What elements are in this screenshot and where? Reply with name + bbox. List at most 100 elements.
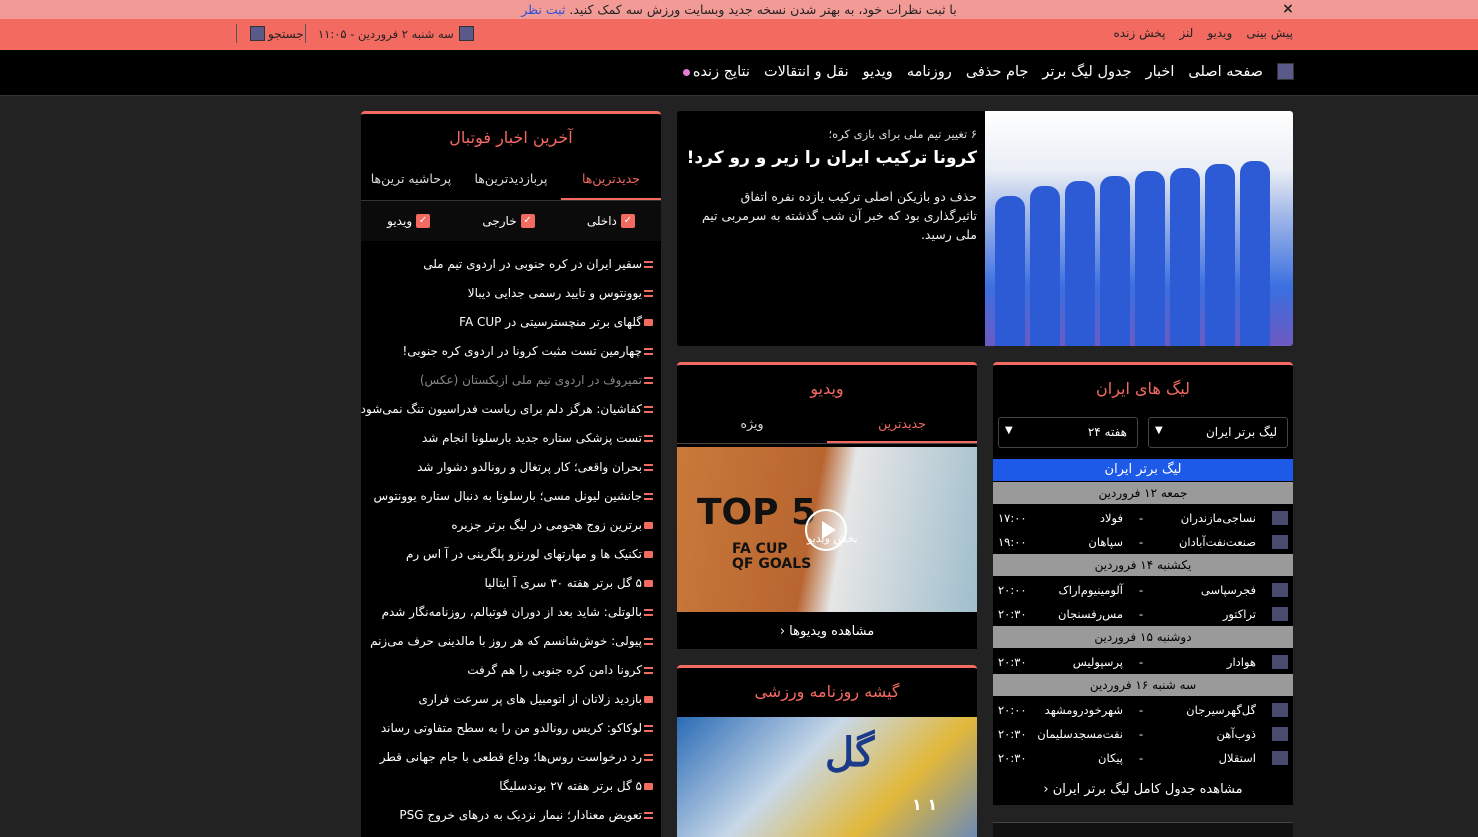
news-item[interactable]: جانشین لیونل مسی؛ بارسلونا به دنبال ستار… (361, 485, 653, 514)
match-dash: - (1139, 535, 1144, 549)
hero-story[interactable]: ۶ تغییر تیم ملی برای بازی کره؛ کرونا ترک… (677, 111, 1293, 346)
text-icon (644, 406, 653, 413)
newspaper-title: گیشه روزنامه ورزشی (754, 682, 900, 701)
nav-live-label: نتایج زنده (692, 63, 750, 80)
away-team: آلومینیوم‌اراک (1058, 583, 1123, 597)
news-item[interactable]: تمیروف در اردوی تیم ملی ازبکستان (عکس) (361, 369, 653, 398)
thumb-subtitle: FA CUP QF GOALS (732, 542, 811, 572)
match-row[interactable]: ذوب‌آهن - نفت‌مسجدسلیمان ۲۰:۳۰ (993, 722, 1293, 746)
video-icon (644, 522, 653, 529)
full-table-link[interactable]: مشاهده جدول کامل لیگ برتر ایران ‹ (993, 782, 1293, 797)
news-item[interactable]: تکنیک ها و مهارتهای لورنزو پلگرینی در آ … (361, 543, 653, 572)
filter-label: ویدیو (387, 213, 413, 228)
feedback-banner: با ثبت نظرات خود، به بهتر شدن نسخه جدید … (0, 0, 1478, 19)
nav-cup[interactable]: جام حذفی (966, 64, 1029, 80)
tab-video-special[interactable]: ویژه (677, 409, 827, 443)
match-row[interactable]: تراکتور - مس‌رفسنجان ۲۰:۳۰ (993, 602, 1293, 626)
newspaper-cover[interactable]: گل ۱ ۱ (677, 717, 977, 837)
news-item[interactable]: لوکاکو: کریس رونالدو من را به سطح متفاوت… (361, 717, 653, 746)
filter-foreign[interactable]: ✓خارجی (482, 214, 535, 229)
nav-home[interactable]: صفحه اصلی (1188, 64, 1263, 80)
team-logo-icon (1272, 703, 1288, 717)
home-team: تراکتور (1222, 607, 1256, 621)
chevron-left-icon: ‹ (779, 624, 786, 639)
news-item[interactable]: ۵ گل برتر هفته ۲۷ بوندسلیگا (361, 775, 653, 804)
news-item[interactable]: کفاشیان: هرگز دلم برای ریاست فدراسیون تن… (361, 398, 653, 427)
filter-video[interactable]: ✓ویدیو (387, 213, 431, 229)
top-link-lens[interactable]: لنز (1179, 26, 1193, 40)
news-filters: ✓داخلی ✓خارجی ✓ویدیو (361, 201, 661, 241)
match-row[interactable]: گل‌گهرسیرجان - شهرخودرومشهد ۲۰:۰۰ (993, 698, 1293, 722)
match-row[interactable]: صنعت‌نفت‌آبادان - سپاهان ۱۹:۰۰ (993, 530, 1293, 554)
nav-news[interactable]: اخبار (1146, 64, 1175, 80)
match-row[interactable]: استقلال - پیکان ۲۰:۳۰ (993, 746, 1293, 770)
news-item-title: ۵ گل برتر هفته ۲۷ بوندسلیگا (499, 779, 642, 793)
tab-most-viewed[interactable]: پربازدیدترین‌ها (461, 159, 561, 200)
thumb-sub2: QF GOALS (732, 556, 812, 572)
match-time: ۲۰:۳۰ (998, 655, 1027, 669)
match-dash: - (1139, 607, 1144, 621)
news-item[interactable]: بالوتلی: شاید بعد از دوران فوتبالم، روزن… (361, 601, 653, 630)
news-item[interactable]: رد درخواست روس‌ها؛ وداع قطعی با جام جهان… (361, 746, 653, 775)
top-link-video[interactable]: ویدیو (1207, 26, 1232, 40)
match-row[interactable]: فجرسپاسی - آلومینیوم‌اراک ۲۰:۰۰ (993, 578, 1293, 602)
filter-domestic[interactable]: ✓داخلی (587, 214, 635, 229)
news-item[interactable]: پیولی: خوش‌شانسم که هر روز با مالدینی حر… (361, 630, 653, 659)
news-item-title: لوکاکو: کریس رونالدو من را به سطح متفاوت… (380, 721, 642, 735)
chevron-down-icon: ▼ (1155, 425, 1163, 436)
news-item[interactable]: کرونا دامن کره جنوبی را هم گرفت (361, 659, 653, 688)
home-team: فجرسپاسی (1200, 583, 1256, 597)
news-item[interactable]: تست پزشکی ستاره جدید بارسلونا انجام شد (361, 427, 653, 456)
calendar-icon (458, 26, 474, 41)
news-item-title: رد درخواست روس‌ها؛ وداع قطعی با جام جهان… (379, 750, 642, 764)
video-icon (644, 551, 653, 558)
text-icon (644, 435, 653, 442)
match-time: ۲۰:۳۰ (998, 607, 1027, 621)
fixture-day: سه شنبه ۱۶ فروردین (993, 674, 1293, 696)
close-icon[interactable]: × (1281, 0, 1295, 19)
site-logo-icon[interactable] (1277, 63, 1294, 80)
news-tabs: جدیدترین‌ها پربازدیدترین‌ها پرحاشیه ترین… (361, 159, 661, 201)
hero-title[interactable]: کرونا ترکیب ایران را زیر و رو کرد! (687, 148, 977, 168)
news-item[interactable]: یوونتوس و تایید رسمی جدایی دیبالا (361, 282, 653, 311)
news-item[interactable]: ۵ گل برتر هفته ۳۰ سری آ ایتالیا (361, 572, 653, 601)
league-select[interactable]: لیگ برتر ایران ▼ (1148, 417, 1288, 448)
week-select[interactable]: هفته ۲۴ ▼ (998, 417, 1138, 448)
match-time: ۲۰:۰۰ (998, 583, 1027, 597)
news-item-title: یوونتوس و تایید رسمی جدایی دیبالا (467, 286, 642, 300)
team-logo-icon (1272, 727, 1288, 741)
feedback-link[interactable]: ثبت نظر (521, 2, 565, 17)
match-row[interactable]: هوادار - پرسپولیس ۲۰:۳۰ (993, 650, 1293, 674)
tab-newest[interactable]: جدیدترین‌ها (561, 159, 661, 200)
news-item-title: بحران واقعی؛ کار پرتغال و رونالدو دشوار … (417, 460, 642, 474)
video-icon (644, 319, 653, 326)
news-item-title: کرونا دامن کره جنوبی را هم گرفت (467, 663, 642, 677)
news-item[interactable]: چهارمین تست مثبت کرونا در اردوی کره جنوب… (361, 340, 653, 369)
newspaper-logo: گل (825, 729, 875, 776)
video-thumbnail[interactable]: TOP 5 FA CUP QF GOALS پخش ویدیو (677, 447, 977, 612)
match-time: ۱۹:۰۰ (998, 535, 1027, 549)
match-row[interactable]: نساجی‌مازندران - فولاد ۱۷:۰۰ (993, 506, 1293, 530)
top-link-predict[interactable]: پیش بینی (1246, 26, 1293, 40)
nav-video[interactable]: ویدیو (863, 64, 893, 80)
news-item[interactable]: گلهای برتر منچسترسیتی در FA CUP (361, 311, 653, 340)
news-item[interactable]: برترین زوج هجومی در لیگ برتر جزیره (361, 514, 653, 543)
news-item[interactable]: تعویض معنادار؛ نیمار نزدیک به درهای خروج… (361, 804, 653, 833)
news-item[interactable]: سفیر ایران در کره جنوبی در اردوی تیم ملی (361, 253, 653, 282)
home-team: ذوب‌آهن (1216, 727, 1256, 741)
match-dash: - (1139, 655, 1144, 669)
search-button[interactable]: جستجو (250, 26, 304, 41)
week-select-value: هفته ۲۴ (1087, 425, 1127, 439)
nav-league-table[interactable]: جدول لیگ برتر (1042, 64, 1131, 80)
nav-newspaper[interactable]: روزنامه (907, 64, 952, 80)
top-link-live[interactable]: پخش زنده (1114, 26, 1166, 40)
nav-live-results[interactable]: نتایج زنده (682, 63, 750, 80)
tab-video-newest[interactable]: جدیدترین (827, 409, 977, 443)
news-item[interactable]: بحران واقعی؛ کار پرتغال و رونالدو دشوار … (361, 456, 653, 485)
video-tabs: جدیدترین ویژه (677, 409, 977, 444)
nav-transfers[interactable]: نقل و انتقالات (764, 64, 849, 80)
match-dash: - (1139, 751, 1144, 765)
more-videos-link[interactable]: مشاهده ویدیوها ‹ (677, 624, 977, 639)
news-item[interactable]: بازدید زلاتان از اتومبیل های پر سرعت فرا… (361, 688, 653, 717)
tab-controversial[interactable]: پرحاشیه ترین‌ها (361, 159, 461, 200)
